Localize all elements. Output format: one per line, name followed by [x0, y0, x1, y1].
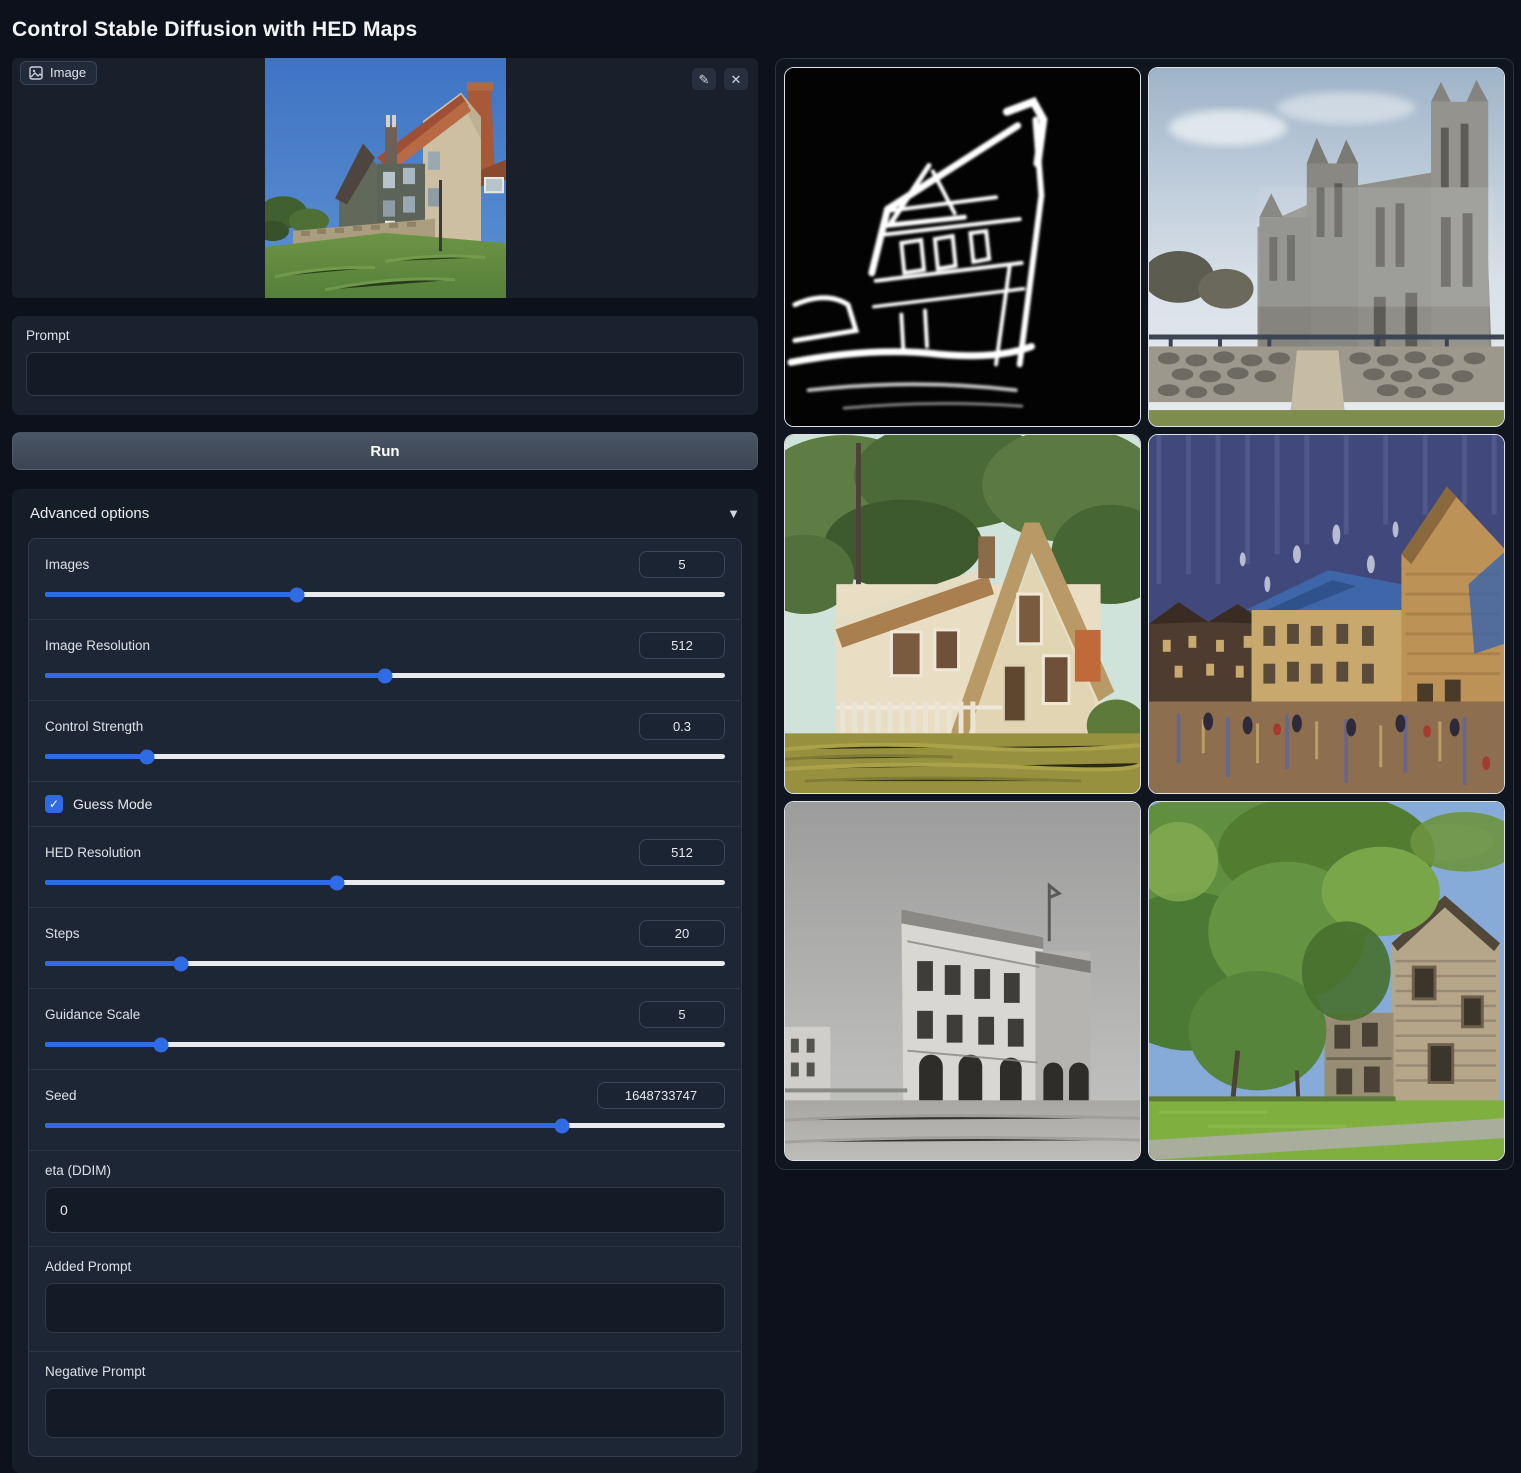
negative-prompt-input[interactable]	[45, 1388, 725, 1438]
gallery-item-hed-map[interactable]	[784, 67, 1141, 427]
image-icon	[29, 66, 43, 80]
slider-handle[interactable]	[330, 875, 345, 890]
slider-fill	[45, 673, 385, 678]
gallery-item-impressionist[interactable]	[1148, 434, 1505, 794]
slider-handle[interactable]	[174, 956, 189, 971]
slider-handle[interactable]	[289, 587, 304, 602]
guidance-scale-slider[interactable]	[45, 1042, 725, 1047]
advanced-options-title: Advanced options	[30, 505, 149, 522]
prompt-label: Prompt	[26, 328, 744, 343]
slider-fill	[45, 1123, 562, 1128]
slider-row-guidance-scale: Guidance Scale	[29, 989, 741, 1070]
main-layout: Image ✎ ✕	[12, 58, 1510, 1473]
clear-image-button[interactable]: ✕	[724, 68, 748, 90]
eta-input[interactable]	[45, 1187, 725, 1233]
left-column: Image ✎ ✕	[12, 58, 758, 1473]
slider-handle[interactable]	[140, 749, 155, 764]
close-icon: ✕	[731, 73, 742, 86]
image-resolution-value-input[interactable]	[639, 632, 725, 659]
hed-resolution-value-input[interactable]	[639, 839, 725, 866]
steps-label: Steps	[45, 926, 80, 941]
gallery-item-grayscale-building[interactable]	[784, 801, 1141, 1161]
slider-handle[interactable]	[554, 1118, 569, 1133]
slider-fill	[45, 880, 337, 885]
slider-row-seed: Seed	[29, 1070, 741, 1151]
seed-label: Seed	[45, 1088, 77, 1103]
guess-mode-checkbox[interactable]: ✓	[45, 795, 63, 813]
control-strength-value-input[interactable]	[639, 713, 725, 740]
images-label: Images	[45, 557, 89, 572]
images-value-input[interactable]	[639, 551, 725, 578]
control-strength-slider[interactable]	[45, 754, 725, 759]
advanced-options-header[interactable]: Advanced options ▼	[30, 505, 740, 522]
hed-resolution-slider[interactable]	[45, 880, 725, 885]
impressionist-image	[1149, 435, 1504, 793]
guidance-scale-value-input[interactable]	[639, 1001, 725, 1028]
app-page: Control Stable Diffusion with HED Maps I…	[0, 0, 1521, 1473]
negative-prompt-label: Negative Prompt	[45, 1364, 725, 1379]
hed-resolution-label: HED Resolution	[45, 845, 141, 860]
slider-row-image-resolution: Image Resolution	[29, 620, 741, 701]
right-column	[775, 58, 1514, 1170]
slider-row-images: Images	[29, 539, 741, 620]
house-with-trees-image	[1149, 802, 1504, 1160]
cathedral-image	[1149, 68, 1504, 426]
advanced-options-panel: Advanced options ▼ Images	[12, 489, 758, 1473]
slider-row-control-strength: Control Strength	[29, 701, 741, 782]
hed-edge-map-image	[785, 68, 1140, 426]
run-button[interactable]: Run	[12, 432, 758, 470]
added-prompt-input[interactable]	[45, 1283, 725, 1333]
slider-fill	[45, 1042, 161, 1047]
guidance-scale-label: Guidance Scale	[45, 1007, 140, 1022]
slider-row-steps: Steps	[29, 908, 741, 989]
image-input-label: Image	[20, 61, 97, 85]
seed-value-input[interactable]	[597, 1082, 725, 1109]
guess-mode-label: Guess Mode	[73, 796, 152, 812]
result-gallery	[775, 58, 1514, 1170]
prompt-panel: Prompt	[12, 316, 758, 415]
check-icon: ✓	[49, 798, 59, 810]
prompt-input[interactable]	[26, 352, 744, 396]
added-prompt-label: Added Prompt	[45, 1259, 725, 1274]
image-resolution-slider[interactable]	[45, 673, 725, 678]
slider-fill	[45, 961, 181, 966]
image-input-label-text: Image	[50, 65, 86, 80]
gallery-item-painted-house[interactable]	[784, 434, 1141, 794]
grayscale-building-image	[785, 802, 1140, 1160]
slider-fill	[45, 754, 147, 759]
gallery-item-house-with-trees[interactable]	[1148, 801, 1505, 1161]
slider-fill	[45, 592, 297, 597]
uploaded-image-house-photo	[265, 58, 506, 298]
advanced-options-form: Images Image Resolution	[28, 538, 742, 1457]
seed-slider[interactable]	[45, 1123, 725, 1128]
page-title: Control Stable Diffusion with HED Maps	[12, 18, 1510, 42]
slider-handle[interactable]	[153, 1037, 168, 1052]
slider-row-hed-resolution: HED Resolution	[29, 827, 741, 908]
steps-slider[interactable]	[45, 961, 725, 966]
painted-house-image	[785, 435, 1140, 793]
eta-row: eta (DDIM)	[29, 1151, 741, 1247]
edit-image-button[interactable]: ✎	[692, 68, 716, 90]
steps-value-input[interactable]	[639, 920, 725, 947]
slider-handle[interactable]	[378, 668, 393, 683]
images-slider[interactable]	[45, 592, 725, 597]
added-prompt-row: Added Prompt	[29, 1247, 741, 1352]
pencil-icon: ✎	[699, 73, 710, 86]
chevron-down-icon: ▼	[727, 506, 740, 521]
control-strength-label: Control Strength	[45, 719, 143, 734]
guess-mode-row: ✓ Guess Mode	[29, 782, 741, 827]
image-actions: ✎ ✕	[692, 68, 748, 90]
image-resolution-label: Image Resolution	[45, 638, 150, 653]
image-input-dropzone[interactable]: Image ✎ ✕	[12, 58, 758, 298]
gallery-item-cathedral[interactable]	[1148, 67, 1505, 427]
eta-label: eta (DDIM)	[45, 1163, 725, 1178]
negative-prompt-row: Negative Prompt	[29, 1352, 741, 1456]
